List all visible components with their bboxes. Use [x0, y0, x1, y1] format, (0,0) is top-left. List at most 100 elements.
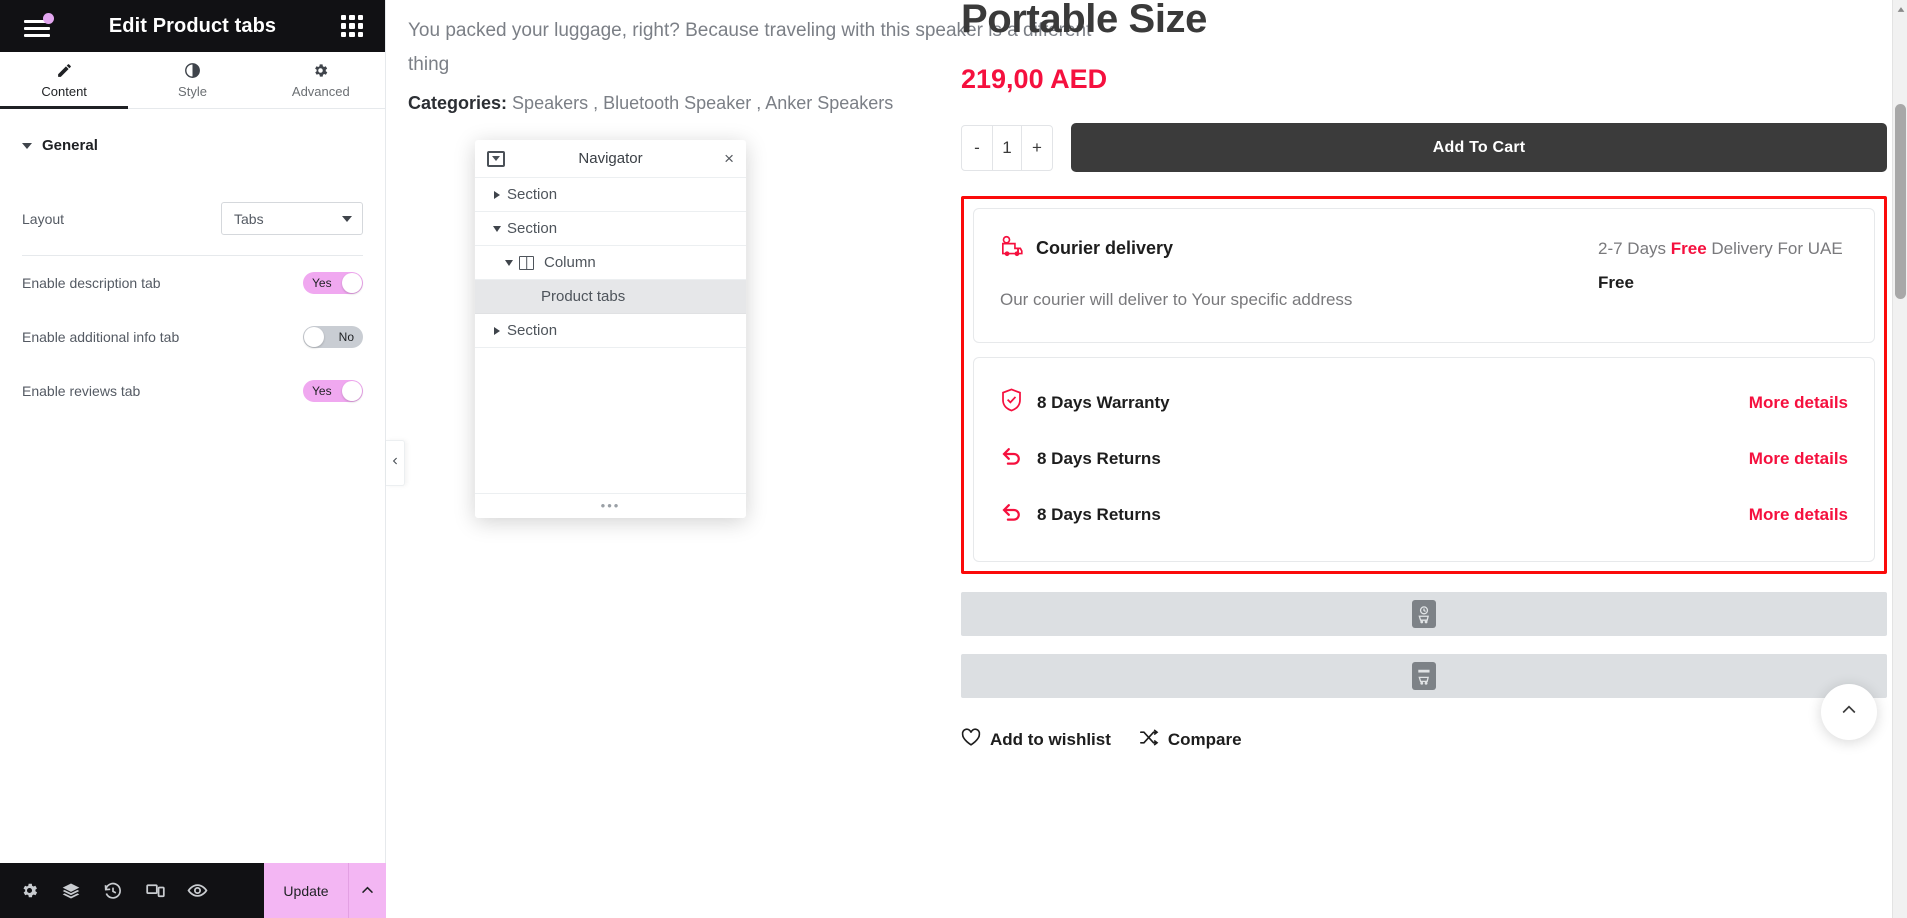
quantity-stepper[interactable]: - 1 +: [961, 124, 1053, 171]
control-description-tab: Enable description tab Yes: [22, 256, 363, 310]
compare-button[interactable]: Compare: [1139, 728, 1242, 752]
column-icon: [519, 255, 534, 270]
gear-icon: [312, 62, 329, 79]
description-tab-toggle-value: Yes: [312, 276, 332, 290]
navigator-item-product-tabs[interactable]: Product tabs: [475, 280, 746, 314]
section-general-label: General: [42, 137, 98, 154]
add-to-wishlist-button[interactable]: Add to wishlist: [961, 728, 1111, 752]
twisty-collapsed-icon[interactable]: [487, 326, 507, 335]
contrast-icon: [184, 62, 201, 79]
tab-content-label: Content: [41, 83, 87, 99]
guarantee-label: 8 Days Returns: [1037, 449, 1161, 468]
highlighted-region: Courier delivery Our courier will delive…: [961, 196, 1887, 574]
quantity-input[interactable]: 1: [992, 125, 1022, 170]
delivery-truck-icon: [1000, 235, 1024, 262]
responsive-mode-icon[interactable]: [134, 863, 176, 918]
tab-advanced[interactable]: Advanced: [257, 52, 385, 108]
toggle-knob: [342, 381, 362, 401]
reviews-tab-toggle[interactable]: Yes: [303, 380, 363, 402]
chevron-down-icon: [342, 215, 352, 222]
navigator-item-label: Product tabs: [541, 288, 626, 305]
wishlist-compare-row: Add to wishlist Compare: [961, 728, 1887, 752]
courier-delivery-card: Courier delivery Our courier will delive…: [973, 208, 1875, 343]
twisty-expanded-icon[interactable]: [499, 259, 519, 266]
courier-delivery-title: Courier delivery: [1036, 238, 1174, 258]
page-scrollbar[interactable]: [1892, 0, 1907, 918]
guarantees-card: 8 Days Warranty More details 8 Days Retu…: [973, 357, 1875, 562]
navigator-item-section-3[interactable]: Section: [475, 314, 746, 348]
update-options-chevron-up-icon[interactable]: [348, 863, 386, 918]
navigator-title: Navigator: [578, 150, 643, 167]
control-additional-info-tab-label: Enable additional info tab: [22, 329, 180, 345]
notification-dot-icon: [43, 13, 54, 24]
twisty-expanded-icon[interactable]: [487, 225, 507, 232]
guarantee-row-returns-2: 8 Days Returns More details: [1000, 501, 1848, 529]
preview-eye-icon[interactable]: [176, 863, 218, 918]
navigator-header: Navigator ×: [475, 140, 746, 178]
navigator-item-column[interactable]: Column: [475, 246, 746, 280]
tab-style-label: Style: [178, 83, 207, 99]
add-to-cart-button[interactable]: Add To Cart: [1071, 123, 1887, 172]
description-tab-toggle[interactable]: Yes: [303, 272, 363, 294]
panel-body: General Layout Tabs Enable description t…: [0, 109, 385, 418]
scrollbar-thumb[interactable]: [1895, 104, 1906, 299]
caret-down-icon: [22, 142, 32, 149]
elementor-panel: Edit Product tabs Content Style Advanced…: [0, 0, 386, 918]
expand-all-icon[interactable]: [487, 150, 505, 167]
tab-advanced-label: Advanced: [291, 83, 350, 99]
navigator-item-section-2[interactable]: Section: [475, 212, 746, 246]
shipping-suffix: Delivery For UAE: [1706, 239, 1843, 258]
compare-icon: [1139, 728, 1159, 752]
scrollbar-up-arrow-icon[interactable]: [1893, 2, 1907, 16]
page-title: Edit Product tabs: [108, 14, 277, 37]
history-revisions-icon[interactable]: [92, 863, 134, 918]
guarantee-row-returns-1: 8 Days Returns More details: [1000, 445, 1848, 473]
navigator-item-label: Section: [507, 186, 558, 203]
recently-viewed-cart-icon: [1412, 600, 1436, 628]
toggle-knob: [304, 327, 324, 347]
product-categories: Categories: Speakers , Bluetooth Speaker…: [408, 93, 893, 114]
shipping-time-line: 2-7 Days Free Delivery For UAE: [1598, 235, 1848, 263]
reviews-tab-toggle-value: Yes: [312, 384, 332, 398]
update-button[interactable]: Update: [264, 863, 348, 918]
panel-collapse-toggle[interactable]: [386, 440, 405, 486]
product-title: Portable Size: [961, 0, 1207, 41]
more-details-link[interactable]: More details: [1749, 393, 1848, 413]
layers-icon[interactable]: [50, 863, 92, 918]
panel-header: Edit Product tabs: [0, 0, 385, 52]
tab-content[interactable]: Content: [0, 52, 129, 109]
panel-tab-bar: Content Style Advanced: [0, 52, 385, 109]
sticky-cart-icon: [1412, 662, 1436, 690]
tab-style[interactable]: Style: [128, 52, 256, 108]
heart-icon: [961, 728, 981, 752]
recently-viewed-placeholder: [961, 592, 1887, 636]
categories-label: Categories:: [408, 93, 508, 113]
navigator-item-section-1[interactable]: Section: [475, 178, 746, 212]
navigator-item-label: Section: [507, 322, 558, 339]
resize-dots-icon: •••: [600, 498, 621, 513]
categories-value[interactable]: Speakers , Bluetooth Speaker , Anker Spe…: [512, 93, 893, 113]
quantity-decrement-button[interactable]: -: [962, 126, 992, 170]
hamburger-menu-icon[interactable]: [22, 13, 54, 39]
navigator-tree: Section Section Column Product tabs Sect: [475, 178, 746, 493]
control-additional-info-tab: Enable additional info tab No: [22, 310, 363, 364]
shipping-prefix: 2-7 Days: [1598, 239, 1671, 258]
chevron-left-icon: [391, 454, 400, 472]
quantity-increment-button[interactable]: +: [1022, 126, 1052, 170]
additional-info-tab-toggle[interactable]: No: [303, 326, 363, 348]
close-x-icon[interactable]: ×: [724, 150, 734, 167]
settings-gear-icon[interactable]: [8, 863, 50, 918]
control-layout-label: Layout: [22, 210, 65, 227]
section-general-header[interactable]: General: [22, 109, 363, 154]
elementor-editor-root: Edit Product tabs Content Style Advanced…: [0, 0, 1907, 918]
control-description-tab-label: Enable description tab: [22, 275, 161, 291]
twisty-collapsed-icon[interactable]: [487, 190, 507, 199]
more-details-link[interactable]: More details: [1749, 505, 1848, 525]
apps-grid-icon[interactable]: [341, 15, 363, 37]
more-details-link[interactable]: More details: [1749, 449, 1848, 469]
layout-select[interactable]: Tabs: [221, 202, 363, 235]
navigator-resize-handle[interactable]: •••: [475, 493, 746, 518]
additional-info-tab-toggle-value: No: [338, 330, 354, 344]
scroll-to-top-button[interactable]: [1821, 684, 1877, 740]
chevron-up-icon: [1839, 700, 1859, 725]
